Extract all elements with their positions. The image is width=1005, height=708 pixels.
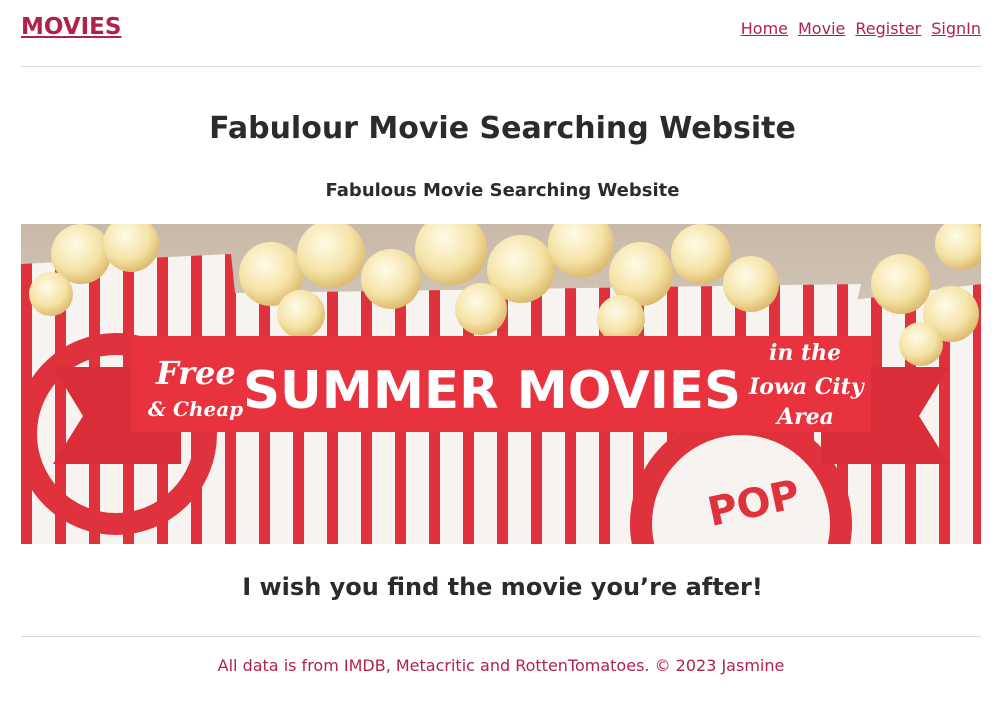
tagline: I wish you find the movie you’re after!: [242, 573, 763, 601]
banner-free-text: Free: [155, 354, 236, 392]
hero-banner: POP Free & Cheap SUMMER MOVIES in the Io…: [21, 224, 981, 544]
hero-banner-image: POP Free & Cheap SUMMER MOVIES in the Io…: [21, 224, 981, 544]
nav-link-movie[interactable]: Movie: [798, 19, 845, 38]
site-header: MOVIES Home Movie Register SignIn: [21, 0, 981, 67]
banner-headline: SUMMER MOVIES: [243, 361, 741, 421]
page-title: Fabulour Movie Searching Website: [209, 111, 796, 146]
banner-cheap-text: & Cheap: [148, 397, 243, 421]
page-subtitle: Fabulous Movie Searching Website: [325, 180, 680, 201]
banner-right-line3: Area: [775, 404, 834, 430]
footer-credits: All data is from IMDB, Metacritic and Ro…: [217, 656, 785, 675]
nav-link-home[interactable]: Home: [741, 19, 788, 38]
nav-link-signin[interactable]: SignIn: [931, 19, 981, 38]
banner-right-line1: in the: [769, 340, 841, 366]
site-footer: All data is from IMDB, Metacritic and Ro…: [21, 636, 981, 696]
banner-right-line2: Iowa City: [748, 374, 866, 400]
main-nav: Home Movie Register SignIn: [741, 19, 981, 38]
brand-logo-link[interactable]: MOVIES: [21, 14, 121, 40]
nav-link-register[interactable]: Register: [855, 19, 921, 38]
